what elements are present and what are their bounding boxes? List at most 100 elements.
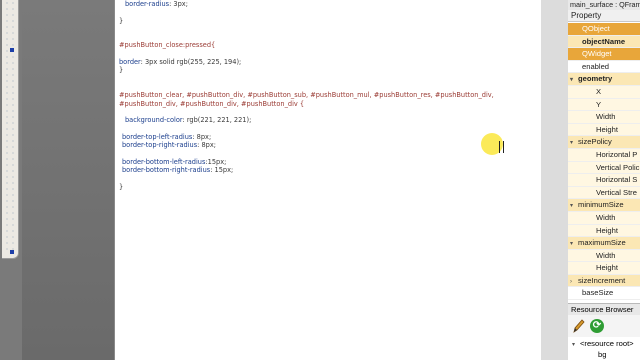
code-line[interactable] (119, 50, 494, 58)
property-label: objectName (582, 36, 626, 46)
code-line[interactable]: #pushButton_close:pressed{ (119, 41, 494, 49)
code-line[interactable]: } (119, 17, 494, 25)
code-line[interactable]: background-color: rgb(221, 221, 221); (119, 116, 494, 124)
resource-child-item[interactable]: bg (598, 350, 606, 359)
pencil-icon[interactable] (573, 319, 585, 333)
property-row[interactable]: Width (568, 211, 640, 225)
property-label: Horizontal S (596, 175, 638, 185)
code-token: border-bottom-left-radius (122, 157, 206, 166)
expand-arrow-icon[interactable]: › (570, 276, 578, 287)
property-row[interactable]: Y (568, 98, 640, 112)
expand-arrow-icon[interactable]: ▾ (570, 238, 578, 249)
code-line[interactable] (119, 149, 494, 157)
code-line[interactable] (119, 124, 494, 132)
property-row[interactable]: Vertical Polic (568, 161, 640, 175)
resize-handle[interactable] (10, 48, 14, 52)
property-label: minimumSize (578, 200, 624, 210)
property-label: maximumSize (578, 238, 626, 248)
code-line[interactable] (119, 25, 494, 33)
code-line[interactable] (119, 33, 494, 41)
property-label: sizeIncrement (578, 275, 626, 285)
property-row[interactable]: objectName (568, 35, 640, 49)
code-token: border-top-left-radius (122, 132, 193, 141)
property-row[interactable]: ▾ minimumSize (568, 199, 640, 212)
collapse-arrow-icon[interactable]: ▾ (572, 341, 580, 348)
code-token: #pushButton_close:pressed{ (119, 41, 216, 50)
property-label: Width (596, 250, 616, 260)
code-token: : rgb(221, 221, 221); (182, 116, 252, 125)
property-label: Horizontal P (596, 149, 638, 159)
property-row[interactable]: Vertical Stre (568, 186, 640, 200)
code-line[interactable]: } (119, 66, 494, 74)
property-row[interactable]: QWidget (568, 48, 640, 61)
code-token: : 8px; (192, 132, 212, 141)
expand-arrow-icon[interactable]: ▾ (570, 74, 578, 85)
code-line[interactable] (119, 83, 494, 91)
editor-scrollbar[interactable] (541, 0, 569, 360)
form-preview[interactable] (2, 0, 19, 259)
code-line[interactable]: border-top-right-radius: 8px; (119, 141, 494, 149)
property-row[interactable]: QObject (568, 23, 640, 36)
property-row[interactable]: ▾ maximumSize (568, 237, 640, 250)
code-line[interactable] (119, 174, 494, 182)
refresh-icon[interactable]: ⟳ (590, 319, 604, 333)
code-line[interactable]: border: 3px solid rgb(255, 225, 194); (119, 58, 494, 66)
code-token: #pushButton_div, #pushButton_div, #pushB… (119, 99, 305, 108)
code-token: border-bottom-right-radius (122, 165, 211, 174)
property-label: Height (596, 225, 618, 235)
code-token: } (119, 66, 124, 75)
code-line[interactable]: #pushButton_div, #pushButton_div, #pushB… (119, 100, 494, 108)
code-line[interactable]: #pushButton_clear, #pushButton_div, #pus… (119, 91, 494, 99)
property-row[interactable]: Height (568, 224, 640, 238)
code-line[interactable]: border-top-left-radius: 8px; (119, 133, 494, 141)
resource-browser-toolbar: ⟳ (568, 315, 640, 337)
stylesheet-code[interactable]: border-radius: 3px;} #pushButton_close:pr… (119, 0, 494, 191)
code-token: :15px; (205, 157, 227, 166)
code-token: : 3px solid rgb(255, 225, 194); (140, 58, 242, 67)
property-label: Vertical Polic (596, 162, 640, 172)
form-grid (4, 0, 14, 250)
code-token: border-radius (125, 0, 170, 8)
code-line[interactable] (119, 75, 494, 83)
property-label: Y (596, 99, 602, 109)
stylesheet-editor[interactable]: border-radius: 3px;} #pushButton_close:pr… (114, 0, 543, 360)
property-list[interactable]: QObject objectName QWidget enabled ▾ geometry… (568, 23, 640, 301)
property-row[interactable]: Height (568, 262, 640, 275)
property-label: QObject (582, 24, 610, 33)
code-token: border-top-right-radius (122, 141, 198, 150)
resize-handle[interactable] (10, 250, 14, 254)
property-row[interactable]: enabled (568, 60, 640, 74)
property-row[interactable]: ▾ sizePolicy (568, 136, 640, 149)
code-line[interactable]: border-bottom-left-radius:15px; (119, 158, 494, 166)
code-token: : 15px; (210, 165, 234, 174)
code-line[interactable] (119, 108, 494, 116)
property-row[interactable]: ▾ geometry (568, 73, 640, 86)
property-label: Vertical Stre (596, 187, 637, 197)
property-row[interactable]: Height (568, 123, 640, 137)
expand-arrow-icon[interactable]: ▾ (570, 200, 578, 211)
code-token: background-color (125, 116, 183, 125)
property-row[interactable]: Width (568, 111, 640, 124)
code-line[interactable]: border-radius: 3px; (119, 0, 494, 8)
property-label: Width (596, 212, 616, 222)
code-line[interactable]: } (119, 183, 494, 191)
property-label: Height (596, 124, 618, 134)
property-row[interactable]: Width (568, 249, 640, 263)
property-row[interactable]: Horizontal S (568, 174, 640, 187)
code-line[interactable] (119, 8, 494, 16)
code-line[interactable]: border-bottom-right-radius: 15px; (119, 166, 494, 174)
code-token: : 8px; (197, 141, 216, 150)
expand-arrow-icon[interactable]: ▾ (570, 137, 578, 148)
property-row[interactable]: › sizeIncrement (568, 274, 640, 288)
property-row[interactable]: Horizontal P (568, 148, 640, 162)
form-canvas-strip (0, 0, 22, 360)
code-token: } (119, 182, 124, 191)
resource-browser-title: Resource Browser (568, 303, 640, 315)
property-column-header[interactable]: Property (568, 10, 640, 22)
property-row[interactable]: X (568, 85, 640, 99)
property-editor-object-title: main_surface : QFrame (568, 0, 640, 10)
property-row[interactable]: baseSize (568, 287, 640, 301)
property-label: Width (596, 112, 616, 122)
property-label: geometry (578, 74, 613, 84)
resource-root-item[interactable]: ▾ <resource root> (572, 339, 634, 348)
